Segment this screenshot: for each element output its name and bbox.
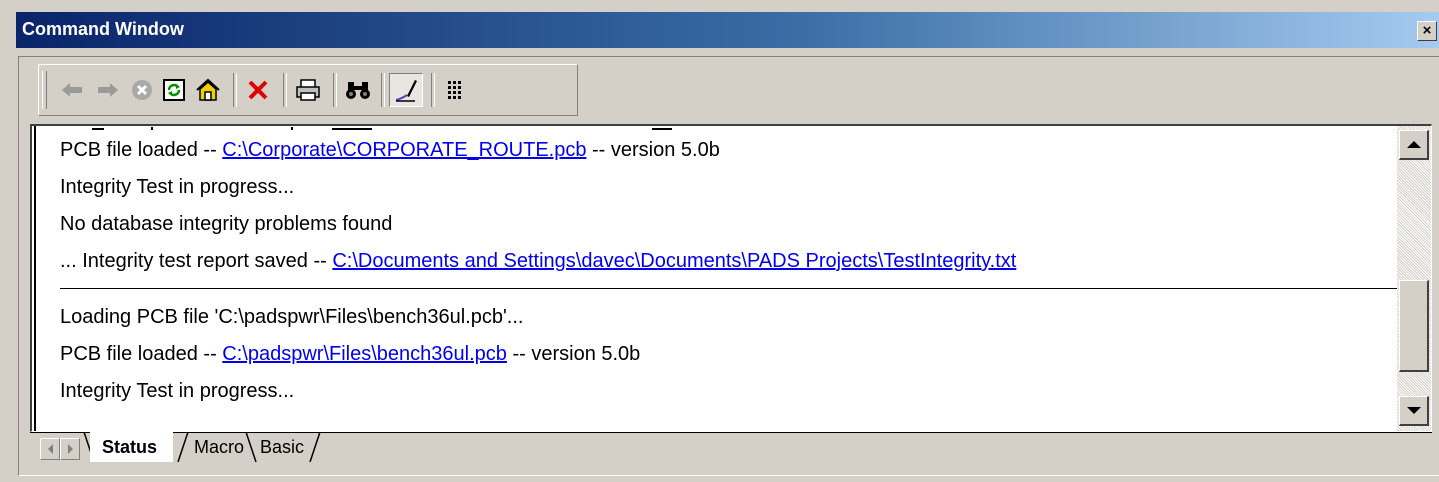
toolbar-separator bbox=[283, 73, 287, 107]
home-button[interactable] bbox=[193, 75, 223, 105]
find-button[interactable] bbox=[343, 75, 373, 105]
print-button[interactable] bbox=[293, 75, 323, 105]
log-separator bbox=[60, 288, 1406, 289]
pen-icon bbox=[395, 80, 417, 102]
forward-button[interactable] bbox=[93, 75, 123, 105]
delete-x-icon bbox=[248, 80, 268, 100]
file-link[interactable]: C:\padspwr\Files\bench36ul.pcb bbox=[222, 343, 507, 365]
layout-button[interactable] bbox=[441, 75, 471, 105]
arrow-left-icon bbox=[62, 83, 82, 97]
arrow-up-icon bbox=[1406, 141, 1421, 148]
home-icon bbox=[196, 78, 220, 101]
arrow-right-icon bbox=[67, 444, 73, 454]
stop-button[interactable] bbox=[127, 75, 157, 105]
log-line: No database integrity problems found bbox=[60, 213, 393, 235]
log-line: Integrity Test in progress... bbox=[60, 176, 295, 198]
title-bar[interactable]: Command Window × bbox=[16, 12, 1439, 48]
tab-status[interactable]: Status bbox=[90, 432, 174, 462]
scroll-up-button[interactable] bbox=[1399, 130, 1429, 160]
log-panel[interactable]: PCB file loaded -- C:\Corporate\CORPORAT… bbox=[30, 124, 1432, 432]
stop-icon bbox=[132, 80, 152, 100]
refresh-button[interactable] bbox=[159, 75, 189, 105]
log-line: Integrity Test in progress... bbox=[60, 380, 295, 402]
command-window: Command Window × PCB file loaded -- C:\C… bbox=[0, 0, 1439, 482]
file-link[interactable]: C:\Corporate\CORPORATE_ROUTE.pcb bbox=[222, 139, 586, 161]
log-left-border bbox=[32, 126, 36, 431]
toolbar-separator bbox=[333, 73, 337, 107]
window-title: Command Window bbox=[22, 19, 184, 39]
log-line: Loading PCB file 'C:\padspwr\Files\bench… bbox=[60, 306, 524, 328]
back-button[interactable] bbox=[57, 75, 87, 105]
toolbar-separator bbox=[431, 73, 435, 107]
tab-scroll-right-button[interactable] bbox=[60, 438, 80, 460]
clipped-previous-line bbox=[92, 126, 792, 130]
tab-strip: Status Macro Basic bbox=[30, 432, 1432, 466]
refresh-icon bbox=[163, 79, 185, 101]
format-button[interactable] bbox=[389, 73, 423, 107]
tab-scroll-left-button[interactable] bbox=[40, 438, 60, 460]
arrow-down-icon bbox=[1406, 407, 1421, 414]
printer-icon bbox=[296, 79, 320, 101]
tab-macro[interactable]: Macro bbox=[188, 432, 250, 462]
toolbar-grip[interactable] bbox=[42, 71, 47, 109]
arrow-left-icon bbox=[47, 444, 53, 454]
vertical-scrollbar[interactable] bbox=[1397, 126, 1431, 431]
toolbar-separator bbox=[233, 73, 237, 107]
arrow-right-icon bbox=[98, 83, 118, 97]
scrollbar-thumb[interactable] bbox=[1399, 280, 1429, 372]
tab-basic[interactable]: Basic bbox=[254, 432, 310, 462]
log-content: PCB file loaded -- C:\Corporate\CORPORAT… bbox=[60, 132, 1406, 410]
toolbar bbox=[38, 64, 578, 116]
log-line: PCB file loaded -- C:\padspwr\Files\benc… bbox=[60, 343, 641, 365]
scroll-down-button[interactable] bbox=[1399, 396, 1429, 426]
log-line: ... Integrity test report saved -- C:\Do… bbox=[60, 250, 1017, 272]
delete-button[interactable] bbox=[243, 75, 273, 105]
grid-icon bbox=[448, 81, 461, 99]
close-button[interactable]: × bbox=[1417, 21, 1437, 41]
file-link[interactable]: C:\Documents and Settings\davec\Document… bbox=[332, 250, 1016, 272]
toolbar-separator bbox=[381, 73, 385, 107]
log-line: PCB file loaded -- C:\Corporate\CORPORAT… bbox=[60, 139, 720, 161]
binoculars-icon bbox=[346, 82, 370, 99]
